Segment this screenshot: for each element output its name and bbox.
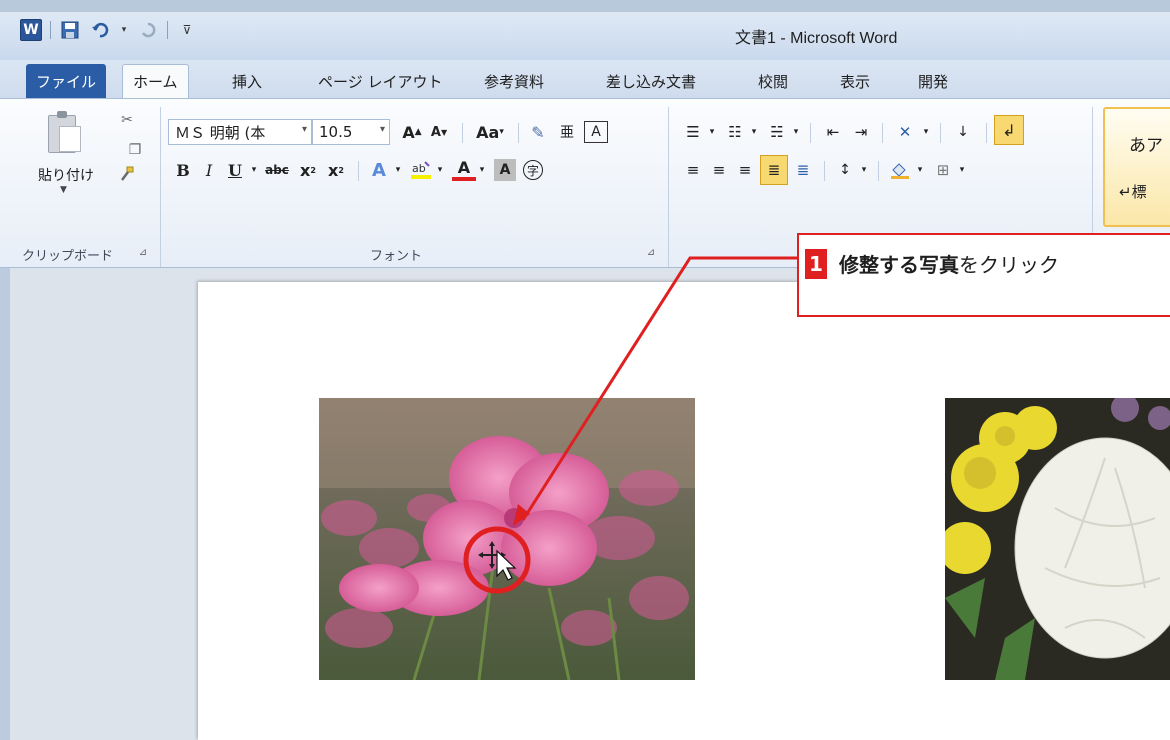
annotation-overlay [463, 256, 798, 594]
move-cursor-icon [478, 541, 517, 581]
instruction-text: 修整する写真をクリック [839, 249, 1059, 278]
arrow-head-icon [513, 504, 530, 526]
callout-leader-line [521, 256, 798, 521]
instruction-rest-text: をクリック [959, 253, 1059, 277]
instruction-bold-text: 修整する写真 [839, 253, 959, 277]
instruction-callout: 1 修整する写真をクリック [797, 233, 1170, 317]
step-number-badge: 1 [805, 249, 827, 279]
